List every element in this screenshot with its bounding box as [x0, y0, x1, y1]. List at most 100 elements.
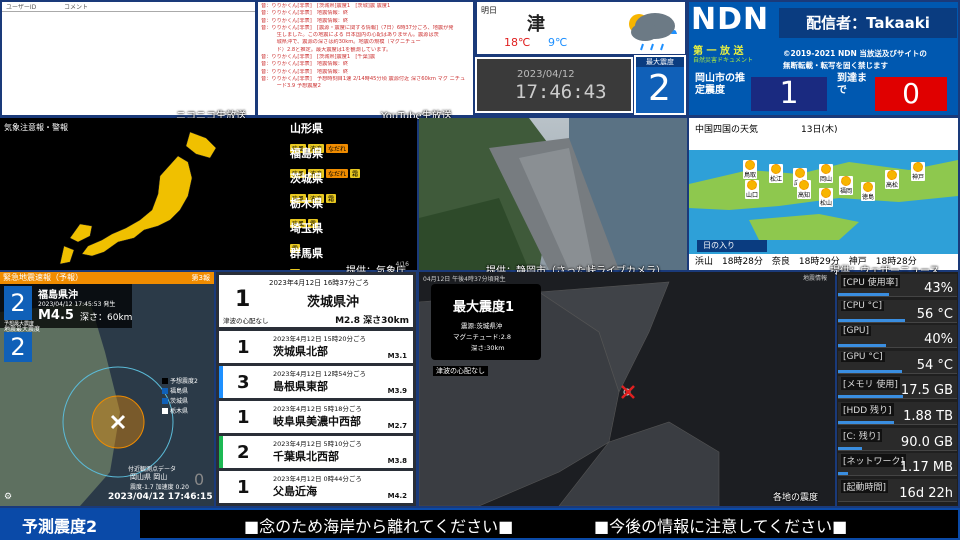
legend-item: 栃木県	[162, 406, 198, 415]
feed-line: 音：りりかくん[非表] 地震情報：終	[261, 61, 349, 68]
forecast-city: 岡山	[819, 164, 834, 183]
quake-depth: 深さ:30km	[471, 344, 505, 352]
forecast-city: 鳥取	[743, 160, 758, 179]
eq-time: 2023年4月12日 5時10分ごろ	[273, 440, 362, 448]
eew-report: 第3報	[191, 274, 210, 282]
legend-text: 栃木県	[170, 408, 189, 415]
eq-time: 2023年4月12日 5時18分ごろ	[273, 405, 362, 413]
comment-panel: ユーザーID コメント	[2, 2, 255, 115]
copyright-2: 無断転載・転写を固く禁じます	[783, 61, 888, 70]
warning-tag: 霜	[350, 169, 361, 178]
eew-stamp: 2023/04/12 17:46:15	[108, 492, 213, 502]
feed-line: 音：りりかくん[非表] 地震情報：終	[261, 17, 349, 24]
warning-tag: なだれ	[326, 169, 349, 178]
legend-swatch	[162, 397, 168, 404]
sunset-label: 日の入り	[697, 240, 767, 252]
ndn-logo: NDN	[691, 2, 770, 37]
max-shindo-label: 最大震度	[636, 57, 684, 67]
eq-row[interactable]: 3 2023年4月12日 12時54分ごろ 島根県東部 M3.9	[219, 366, 413, 398]
city-name: 鳥取	[744, 172, 757, 179]
warning-tag: 霜	[326, 194, 337, 203]
sys-value: 1.17 MB	[899, 460, 953, 476]
city-name: 岡山	[820, 176, 833, 183]
quake-map: 04月12日 午後4時37分頃発生 地震情報 最大震度1 震源:茨城県沖 マグニ…	[419, 272, 835, 506]
bottom-forecast: 予測震度2	[22, 517, 98, 536]
eew-data: 震度-1.7 加速度 0.20	[130, 484, 189, 491]
eq-row[interactable]: 1 2023年4月12日 5時18分ごろ 岐阜県美濃中西部 M2.7	[219, 401, 413, 433]
ndn-panel: NDN 配信者：Takaaki 第 一 放 送 自然災害ドキュメント ©2019…	[689, 2, 958, 115]
eq-row[interactable]: 2 2023年4月12日 5時10分ごろ 千葉県北西部 M3.8	[219, 436, 413, 468]
sun-icon	[887, 170, 897, 180]
sys-label: [GPU]	[841, 326, 872, 337]
weather-panel: 明日 津 18℃ 9℃	[477, 2, 685, 54]
eew-time: 2023/04/12 17:45:53 発生	[38, 301, 116, 308]
feed-line: ド）2.8と推定。最大震度は1を観測しています。	[261, 46, 392, 53]
sun-icon	[795, 168, 805, 178]
settings-icon[interactable]: ⚙	[4, 492, 12, 502]
feed-line: 音：りりかくん[非表] 地震情報：終	[261, 68, 349, 75]
bottom-msg1: ■念のため海岸から離れてください■	[244, 517, 514, 536]
comment-header: ユーザーID コメント	[2, 2, 255, 12]
eq-place: 千葉県北西部	[273, 450, 339, 463]
quake-legend: 各地の震度	[773, 493, 819, 503]
warning-tag: なだれ	[326, 144, 349, 153]
sys-value: 90.0 GB	[900, 434, 953, 450]
warning-pref-list: 山形県 強風 波浪 なだれ 福島県 強風 波浪 なだれ霜茨城県 強風 波浪霜栃木県 強風霜埼玉県霜群…	[290, 120, 410, 270]
eew-obs-shindo: 2	[4, 332, 32, 362]
city-name: 高知	[798, 192, 811, 199]
feed-line: 音：りりかくん[非表] [茨城県]震度1 [茨城]震 震度1	[261, 3, 391, 9]
sys-row: [CPU 使用率] 43%	[838, 274, 957, 297]
eq-mag: M4.2	[387, 492, 407, 500]
legend-item: 福島県	[162, 386, 198, 395]
legend-text: 福島県	[170, 388, 189, 395]
eq-place: 父島近海	[273, 485, 317, 498]
pref-name: 栃木県	[290, 197, 323, 210]
sys-label: [メモリ 使用]	[841, 377, 900, 391]
sys-row: [GPU °C] 54 °C	[838, 350, 957, 374]
sys-value: 43%	[924, 281, 953, 296]
pref-name: 埼玉県	[290, 222, 323, 235]
city-name: 松山	[820, 200, 833, 207]
forecast-city: 高知	[797, 180, 812, 199]
sys-bar	[838, 344, 886, 348]
streamer-name: 配信者：Takaaki	[779, 8, 957, 38]
legend-text: 茨城県	[170, 398, 189, 405]
sun-icon	[745, 160, 755, 170]
eq-row[interactable]: 1 2023年4月12日 0時44分ごろ 父島近海 M4.2	[219, 471, 413, 503]
sys-label: [HDD 残り]	[841, 403, 894, 416]
warning-tag: 霜	[290, 269, 301, 270]
clock-date: 2023/04/12	[517, 69, 575, 80]
eew-header: 緊急地震速報（予報）	[0, 272, 214, 284]
weather-day: 明日	[481, 6, 497, 15]
system-monitor: [CPU 使用率] 43% [CPU °C] 56 °C [GPU] 40% [GPU °C…	[837, 272, 958, 506]
sys-value: 16d 22h	[899, 485, 953, 501]
eq-time: 2023年4月12日 12時54分ごろ	[273, 370, 367, 378]
quake-epi: 震源:茨城県沖	[461, 322, 503, 330]
col-comment: コメント	[64, 4, 89, 11]
city-name: 松江	[770, 176, 783, 183]
eew-mag: M4.5	[38, 308, 74, 323]
arrival-label: 到達まで	[837, 73, 867, 96]
eq-row[interactable]: 1 2023年4月12日 15時20分ごろ 茨城県北部 M3.1	[219, 331, 413, 363]
sun-icon	[841, 176, 851, 186]
quake-badge: 地震情報	[802, 275, 827, 282]
eq-shindo: 1	[237, 477, 250, 498]
eew-zero: 0	[194, 470, 205, 489]
sys-label: [C: 残り]	[841, 428, 883, 442]
city-name: 高松	[886, 182, 899, 189]
forecast-date: 13日(木)	[801, 125, 838, 135]
weather-high: 18℃	[504, 36, 531, 49]
max-shindo-value: 2	[648, 68, 671, 109]
sys-bar	[838, 446, 862, 450]
sys-row: [CPU °C] 56 °C	[838, 299, 957, 323]
eq-mag: M3.1	[387, 352, 407, 360]
eq-latest[interactable]: 2023年4月12日 16時37分ごろ 1 茨城県沖 津波の心配なし M2.8 …	[219, 275, 413, 327]
eew-station: 岡山県 岡山	[130, 473, 168, 481]
forecast-city: 松山	[819, 188, 834, 207]
quake-mag: マグニチュード:2.8	[453, 333, 512, 341]
legend-text: 予想震度2	[170, 378, 198, 385]
weather-city: 津	[527, 14, 545, 35]
eq-place: 島根県東部	[273, 380, 328, 393]
eew-panel: 緊急地震速報（予報） 第3報 2 予想最大震度 福島県沖 2023/04/12 …	[0, 272, 214, 506]
eq-time: 2023年4月12日 15時20分ごろ	[273, 335, 367, 343]
